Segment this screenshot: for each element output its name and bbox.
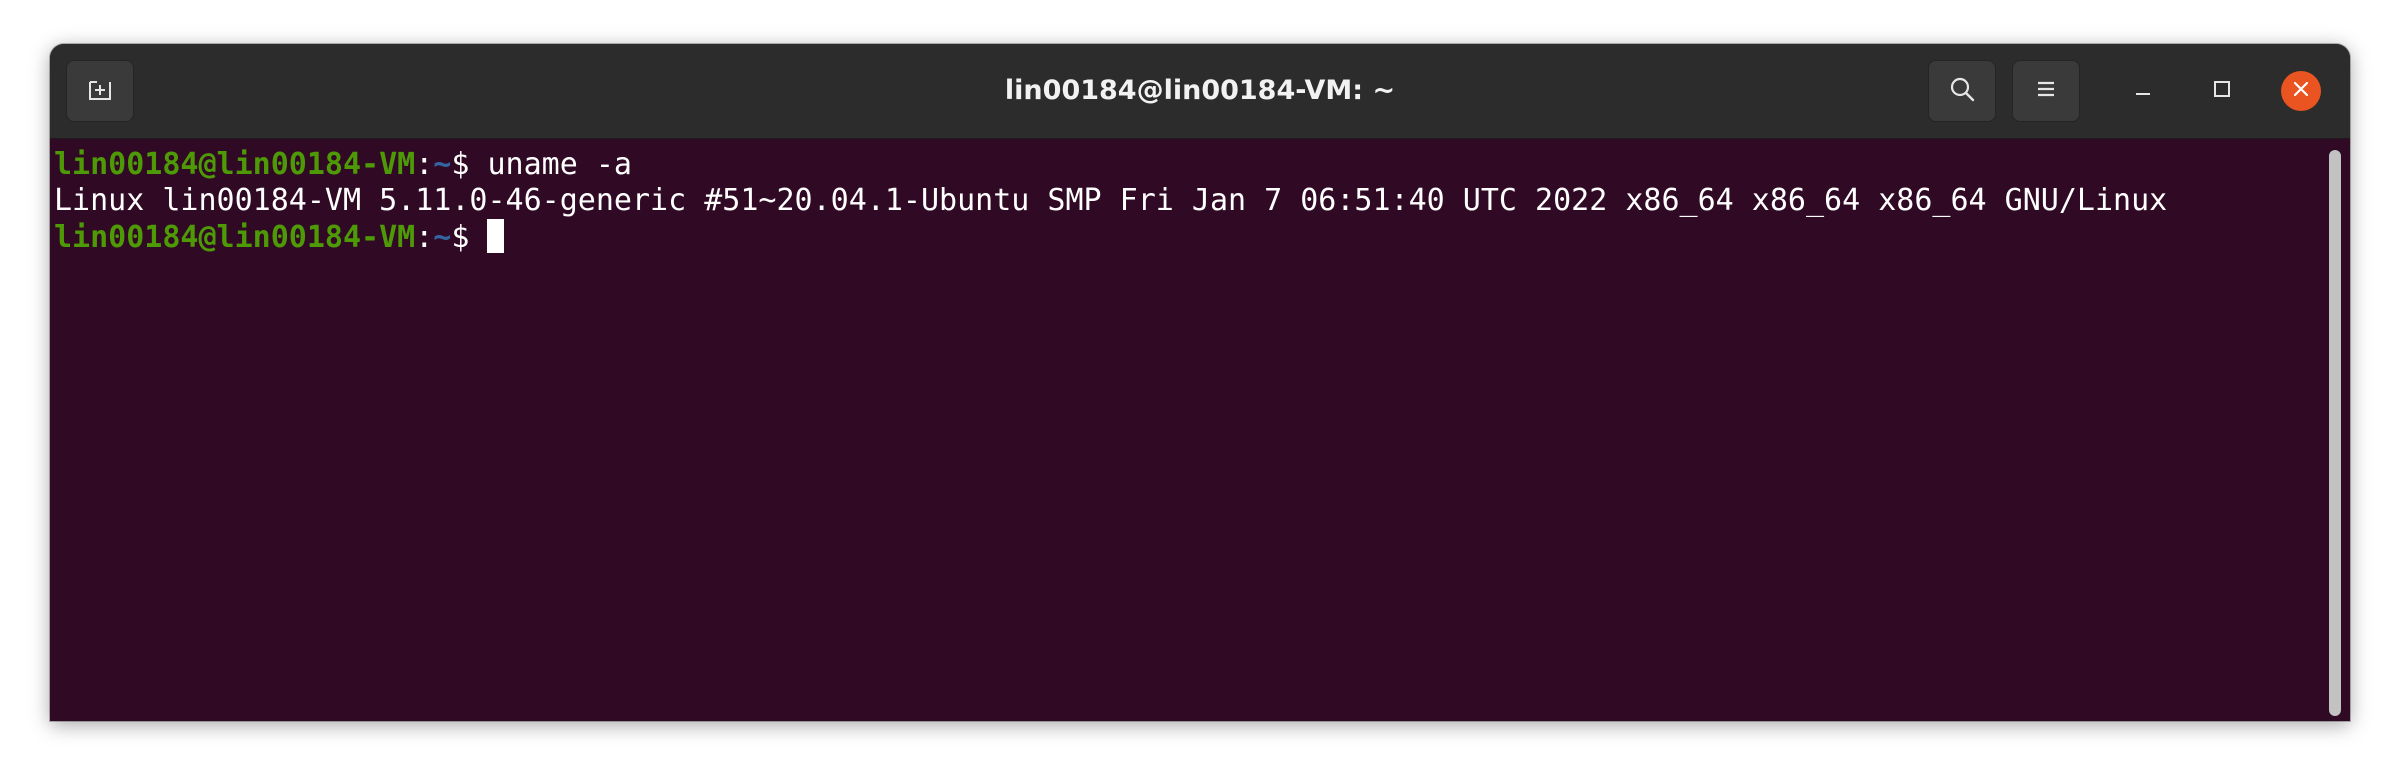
- prompt-user-host: lin00184@lin00184-VM: [54, 220, 416, 255]
- minimize-button[interactable]: [2123, 71, 2163, 111]
- new-tab-icon: [85, 74, 115, 109]
- prompt-user-host: lin00184@lin00184-VM: [54, 147, 416, 182]
- terminal-line: lin00184@lin00184-VM:~$: [54, 219, 505, 255]
- close-icon: [2291, 79, 2311, 104]
- search-icon: [1947, 74, 1977, 109]
- command-text: uname -a: [487, 147, 632, 182]
- prompt-path: ~: [433, 147, 452, 182]
- command-output: Linux lin00184-VM 5.11.0-46-generic #51~…: [54, 183, 2168, 218]
- window-title: lin00184@lin00184-VM: ~: [1004, 75, 1396, 106]
- close-button[interactable]: [2281, 71, 2321, 111]
- prompt-colon: :: [415, 220, 434, 255]
- hamburger-menu-icon: [2033, 76, 2059, 107]
- terminal-line: lin00184@lin00184-VM:~$ uname -a: [54, 147, 632, 183]
- prompt-colon: :: [415, 147, 434, 182]
- prompt-path: ~: [433, 220, 452, 255]
- terminal-window: lin00184@lin00184-VM: ~ lin00184@lin0018…: [50, 44, 2350, 721]
- title-bar[interactable]: lin00184@lin00184-VM: ~: [50, 44, 2350, 139]
- terminal-line: Linux lin00184-VM 5.11.0-46-generic #51~…: [54, 183, 2167, 219]
- maximize-button[interactable]: [2202, 71, 2242, 111]
- prompt-dollar: $: [451, 147, 488, 182]
- menu-button[interactable]: [2012, 60, 2080, 122]
- text-cursor: [487, 219, 505, 253]
- new-tab-button[interactable]: [66, 60, 134, 122]
- search-button[interactable]: [1928, 60, 1996, 122]
- terminal-output-area[interactable]: lin00184@lin00184-VM:~$ uname -a Linux l…: [50, 139, 2350, 721]
- maximize-icon: [2212, 79, 2232, 104]
- prompt-dollar: $: [451, 220, 488, 255]
- minimize-icon: [2133, 79, 2153, 104]
- scrollbar[interactable]: [2329, 150, 2341, 716]
